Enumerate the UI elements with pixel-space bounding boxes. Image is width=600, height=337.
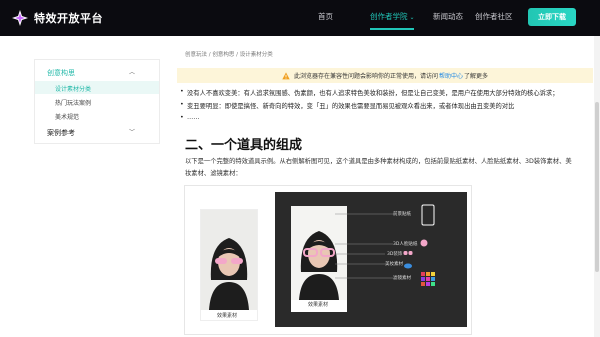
label-makeup: 美妆素材 [385,262,403,267]
chevron-up-icon: ︿ [128,69,135,76]
sidebar-group-creative[interactable]: 创意构思 ︿ [35,64,159,81]
bullet-item: …… [180,114,199,121]
portrait-illustration [201,210,257,310]
filter-palette-icon [421,272,435,286]
sidebar-item-material-categories[interactable]: 设计素材分类 [35,81,159,94]
prop-composition-figure: 效果素材 效果素材 前景贴纸 3D人脸贴纸 3D装饰 美妆素材 滤镜素材 [184,185,472,335]
label-foreground-sticker: 前景贴纸 [393,212,411,217]
download-button[interactable]: 立即下载 [528,8,576,26]
section-title: 二、一个道具的组成 [185,138,303,153]
notice-text: 此浏览器存在兼容性问题会影响你的正常使用，请访问 [293,73,438,80]
glasses-3d-icon [403,251,413,255]
label-3d-decoration: 3D装饰 [387,252,403,257]
sidebar-group-label: 案例参考 [47,129,75,137]
sidebar-item-popular-cases[interactable]: 热门玩法案例 [35,95,159,108]
label-filter: 滤镜素材 [393,276,411,281]
breakdown-panel: 效果素材 前景贴纸 3D人脸贴纸 3D装饰 美妆素材 滤镜素材 [275,192,467,327]
nav-community[interactable]: 创作者社区 [475,11,513,22]
nav-home[interactable]: 首页 [318,11,333,22]
sidebar-item-art-guidelines[interactable]: 美术规范 [35,109,159,122]
label-3d-face-sticker: 3D人脸贴纸 [393,242,418,247]
chevron-down-icon: ﹀ [128,129,135,136]
paragraph-line: 妆素材、滤镜素材： [185,170,242,177]
bullet-item: 没有人不喜欢变美：有人追求氛围感、伪素颜，也有人追求特色美妆和装扮，但是让自己变… [180,88,559,97]
warning-icon [282,71,290,79]
brand-logo[interactable]: 特效开放平台 [12,8,103,28]
sidebar-item-label: 设计素材分类 [55,86,92,93]
sidebar: 创意构思 ︿ 设计素材分类 热门玩法案例 美术规范 案例参考 ﹀ [34,59,160,144]
scrollbar-thumb[interactable] [595,102,599,272]
help-center-link[interactable]: 帮助中心 [439,71,463,80]
phone-frame-icon [421,204,435,226]
logo-text: 特效开放平台 [34,12,103,25]
breadcrumb[interactable]: 创意玩法 / 创意构思 / 设计素材分类 [185,50,273,58]
page-scrollbar[interactable] [594,36,600,337]
active-nav-underline [370,28,414,30]
nav-creator-academy[interactable]: 创作者学院 ⌄ [370,11,415,22]
nav-news[interactable]: 新闻动态 [433,11,463,22]
sidebar-item-label: 美术规范 [55,114,80,121]
top-navigation-bar: 特效开放平台 首页 创作者学院 ⌄ 新闻动态 创作者社区 立即下载 [0,0,600,36]
bullet-item: 变丑要明显：即使是搞怪、新奇向的特效，变「丑」的效果也需要显而易见被观众看出来，… [180,101,514,110]
sticker-icon [420,239,428,247]
sidebar-group-label: 创意构思 [47,69,75,77]
chevron-down-icon: ⌄ [409,14,415,21]
nav-creator-academy-label: 创作者学院 [370,12,408,21]
effect-preview-photo: 效果素材 [200,209,258,321]
sidebar-group-cases[interactable]: 案例参考 ﹀ [35,124,159,141]
browser-compat-notice: 此浏览器存在兼容性问题会影响你的正常使用，请访问 帮助中心 了解更多 [177,68,593,83]
makeup-icon [404,263,412,269]
paragraph-line: 以下是一个完整的特效道具示例。从右侧解析图可见，这个道具是由多种素材构成的，包括… [185,158,572,165]
connector-lines [335,213,393,279]
logo-star-icon [12,10,28,26]
notice-text-end: 了解更多 [464,73,489,80]
preview-caption: 效果素材 [217,313,238,319]
sidebar-item-label: 热门玩法案例 [55,100,92,107]
